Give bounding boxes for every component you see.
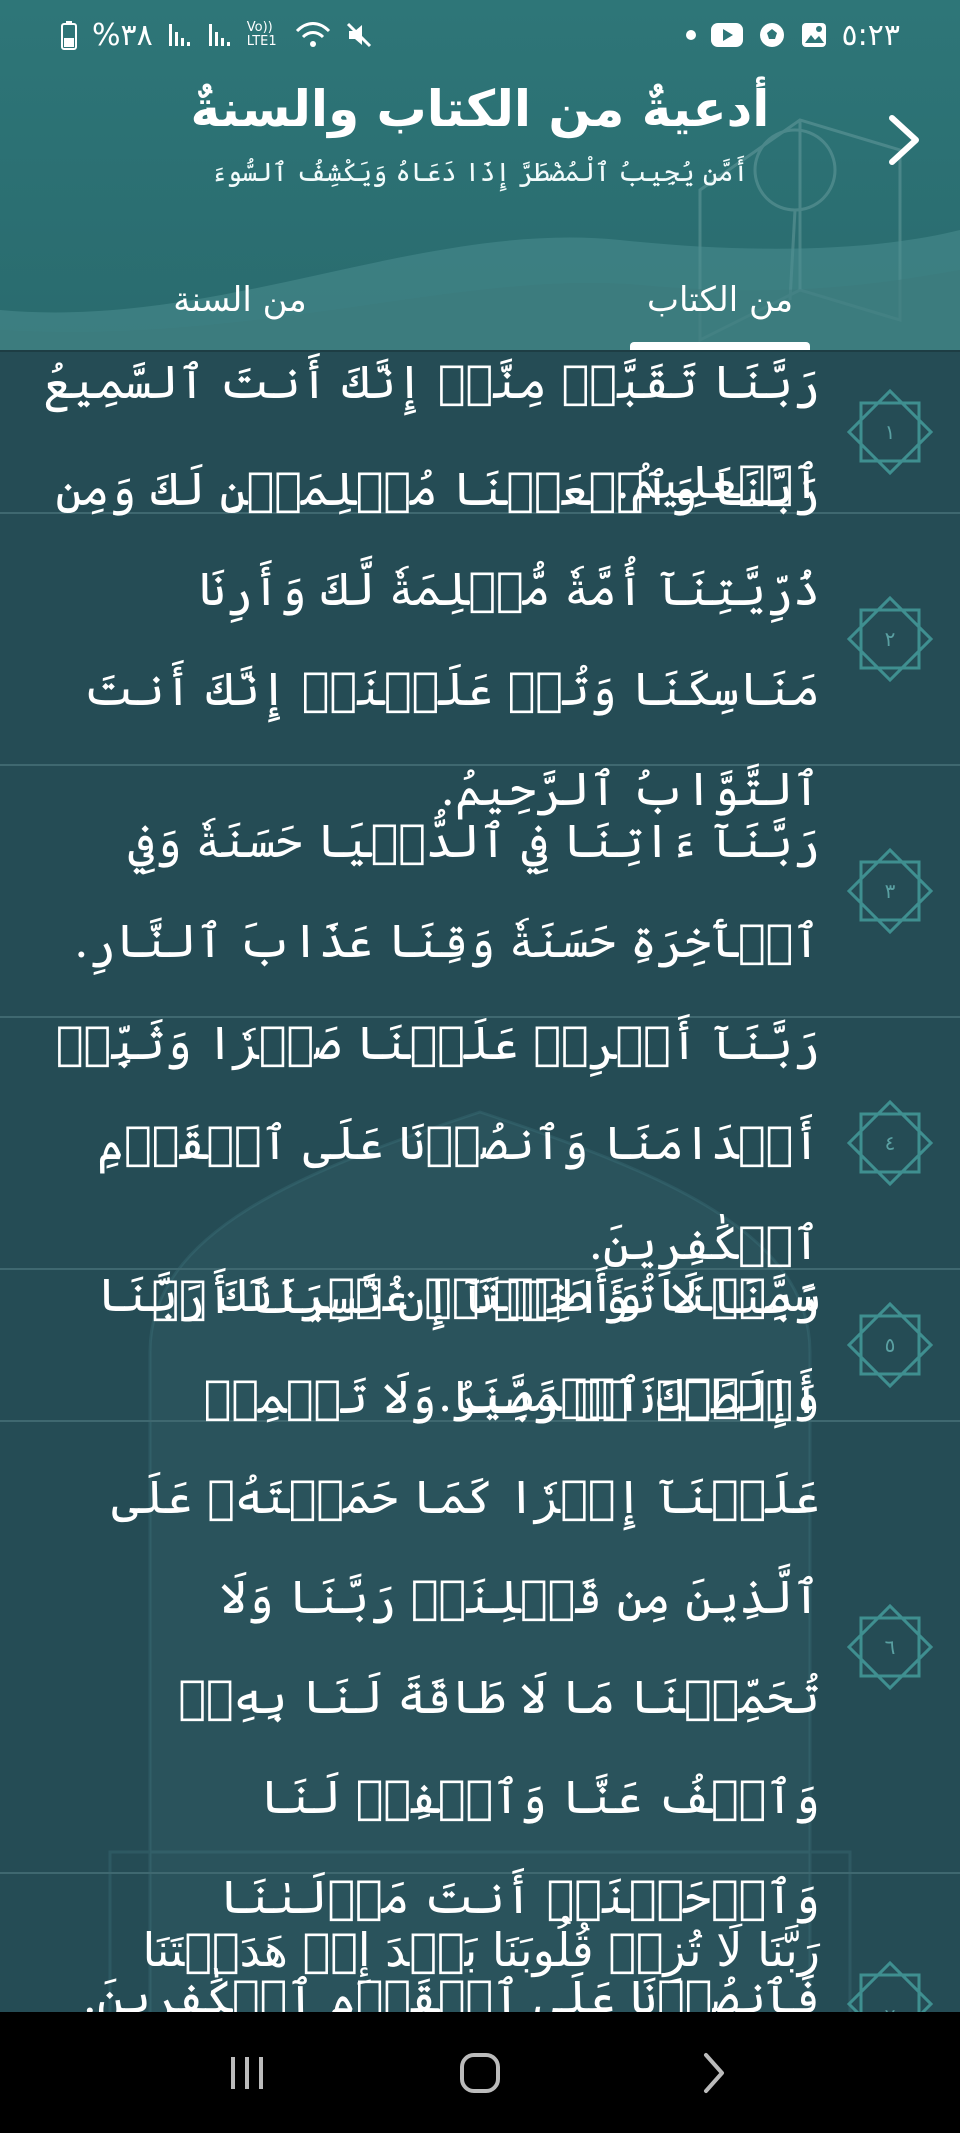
page-subtitle: أَمَّن يُجِيبُ ٱلْمُضْطَرَّ إِذَا دَعَاه… xyxy=(211,158,749,188)
mute-icon xyxy=(345,21,373,49)
dua-item[interactable]: ٣ رَبَّنَآ ءَاتِنَا فِي ٱلدُّنۡيَا حَسَن… xyxy=(0,766,960,1018)
clock: ٥:٢٣ xyxy=(841,17,900,53)
battery-icon xyxy=(60,20,78,50)
active-tab-indicator xyxy=(630,342,810,350)
dua-number-badge: ١ xyxy=(820,352,960,512)
dua-item[interactable]: ٤ رَبَّنَآ أَفۡرِغۡ عَلَيۡنَا صَبۡرٗا وَ… xyxy=(0,1016,960,1270)
dua-text: رَبَّنَآ ءَاتِنَا فِي ٱلدُّنۡيَا حَسَنَة… xyxy=(74,814,820,968)
status-right: ٥:٢٣ xyxy=(685,17,900,53)
network-type: Vo)) LTE1 xyxy=(246,20,277,49)
home-button[interactable] xyxy=(430,2033,530,2113)
tab-bar: من الكتاب من السنة xyxy=(0,250,960,350)
dua-number: ٧ xyxy=(885,2004,896,2012)
dua-number-badge: ٤ xyxy=(820,1018,960,1268)
system-nav-bar xyxy=(0,2012,960,2133)
back-icon xyxy=(704,2052,725,2093)
dua-number-badge: ٣ xyxy=(820,766,960,1016)
dua-number: ٤ xyxy=(884,1131,896,1155)
dua-list[interactable]: ١ رَبَّنَا تَقَبَّلۡ مِنَّآۖ إِنَّكَ أَن… xyxy=(0,352,960,2012)
signal-icon xyxy=(207,22,233,48)
dua-item[interactable]: ٦ رَبَّنَا لَا تُؤَاخِذۡنَآ إِن نَّسِينَ… xyxy=(0,1270,960,2012)
wifi-icon xyxy=(295,21,331,49)
dua-text: رَبَّنَا لَا تُؤَاخِذۡنَآ إِن نَّسِينَآ … xyxy=(82,1270,820,2012)
dua-number-badge: ٥ xyxy=(820,1270,960,1420)
dua-number: ٣ xyxy=(884,879,896,903)
dua-item[interactable]: ٢ رَبَّنَا وَٱجۡعَلۡنَا مُسۡلِمَيۡنِ لَك… xyxy=(0,462,960,816)
back-nav-button[interactable] xyxy=(663,2033,763,2113)
dua-item[interactable]: ٧ رَبَّنَا لَا تُزِغۡ قُلُوبَنَا بَعۡدَ … xyxy=(0,1874,960,2012)
soccer-ball-icon xyxy=(758,21,786,49)
back-button[interactable] xyxy=(878,108,930,172)
recent-apps-button[interactable] xyxy=(197,2033,297,2113)
status-bar: %٣٨ Vo)) LTE1 ٥:٢٣ xyxy=(0,0,960,70)
dua-number: ٦ xyxy=(884,1635,896,1659)
youtube-icon xyxy=(710,22,744,48)
dua-text: رَبَّنَا وَٱجۡعَلۡنَا مُسۡلِمَيۡنِ لَكَ … xyxy=(55,462,820,816)
dua-number: ٢ xyxy=(884,627,896,651)
tab-label: من السنة xyxy=(173,280,307,320)
battery-percent: %٣٨ xyxy=(92,17,153,53)
dua-text: رَبَّنَا لَا تُزِغۡ قُلُوبَنَا بَعۡدَ إِ… xyxy=(142,1923,821,1977)
photo-icon xyxy=(800,21,828,49)
status-left: %٣٨ Vo)) LTE1 xyxy=(60,18,373,53)
dot-icon xyxy=(685,30,696,40)
tab-label: من الكتاب xyxy=(646,280,794,320)
page-title: أدعيةٌ من الكتاب والسنةٌ xyxy=(190,80,770,138)
chevron-right-icon xyxy=(889,115,919,165)
tab-sunnah[interactable]: من السنة xyxy=(0,250,480,350)
dua-number-badge: ٦ xyxy=(820,1422,960,1872)
signal-icon xyxy=(167,22,193,48)
tab-quran[interactable]: من الكتاب xyxy=(480,250,960,350)
dua-number-badge: ٧ xyxy=(820,1874,960,2012)
dua-number: ٥ xyxy=(884,1333,896,1357)
dua-text: رَبَّنَآ أَفۡرِغۡ عَلَيۡنَا صَبۡرٗا وَثَ… xyxy=(55,1016,820,1270)
recent-apps-icon xyxy=(230,2056,263,2089)
home-icon xyxy=(459,2052,500,2093)
dua-number-badge: ٢ xyxy=(820,514,960,764)
dua-number: ١ xyxy=(884,420,896,444)
